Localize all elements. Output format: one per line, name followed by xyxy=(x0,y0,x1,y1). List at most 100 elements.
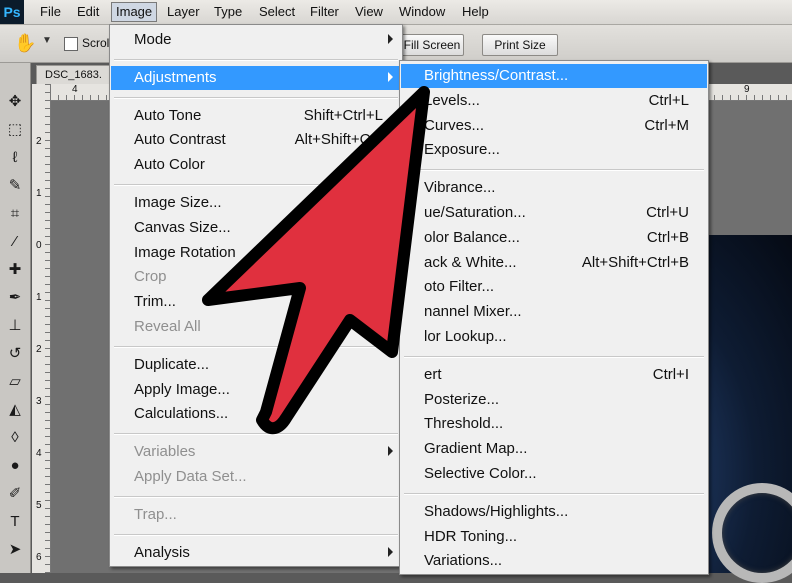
menu-item-label: nannel Mixer... xyxy=(424,303,522,321)
menu-item-ack-white[interactable]: ack & White... Alt+Shift+Ctrl+B xyxy=(401,251,707,275)
menu-item-posterize[interactable]: Posterize... xyxy=(401,388,707,412)
menu-item-calculations[interactable]: Calculations... xyxy=(111,402,401,426)
menu-item-oto-filter[interactable]: oto Filter... xyxy=(401,275,707,299)
ruler-label: 2 xyxy=(36,344,42,355)
menu-bar: Ps File Edit Image Layer Type Select Fil… xyxy=(0,0,792,25)
menu-item-vibrance[interactable]: Vibrance... xyxy=(401,176,707,200)
scroll-all-checkbox[interactable] xyxy=(64,37,78,51)
menu-item-nannel-mixer[interactable]: nannel Mixer... xyxy=(401,300,707,324)
menu-item-label: oto Filter... xyxy=(424,278,495,296)
menu-item-label: Variations... xyxy=(424,552,503,570)
menu-item-label: Auto Tone xyxy=(134,106,202,124)
paint-bucket-tool-icon[interactable]: ◭ xyxy=(3,399,27,421)
menu-item-label: Gradient Map... xyxy=(424,440,528,458)
menu-item-auto-contrast[interactable]: Auto Contrast Alt+Shift+Ctrl xyxy=(111,128,401,152)
healing-brush-tool-icon[interactable]: ✚ xyxy=(3,259,27,281)
menu-item-mode[interactable]: Mode xyxy=(111,28,401,52)
menu-layer[interactable]: Layer xyxy=(163,3,204,21)
menu-help[interactable]: Help xyxy=(458,3,493,21)
menu-item-auto-tone[interactable]: Auto Tone Shift+Ctrl+L xyxy=(111,104,401,128)
image-menu-dropdown: Mode Adjustments Auto Tone Shift+Ctrl+L Auto… xyxy=(109,24,403,567)
menu-item-shadows-highlights[interactable]: Shadows/Highlights... xyxy=(401,500,707,524)
fill-screen-button[interactable]: Fill Screen xyxy=(400,34,464,56)
hand-icon[interactable]: ✋ xyxy=(14,33,36,54)
menu-item-analysis[interactable]: Analysis xyxy=(111,541,401,565)
clone-stamp-tool-icon[interactable]: ⊥ xyxy=(3,315,27,337)
menu-item-trim[interactable]: Trim... xyxy=(111,290,401,314)
menu-item-gradient-map[interactable]: Gradient Map... xyxy=(401,437,707,461)
blur-tool-icon[interactable]: ◊ xyxy=(3,427,27,449)
menu-item-label: Brightness/Contrast... xyxy=(424,67,569,84)
menu-item-variations[interactable]: Variations... xyxy=(401,549,707,573)
ruler-label: 5 xyxy=(36,500,42,511)
ruler-label: 6 xyxy=(36,552,42,563)
menu-item-shortcut: Ctrl+L xyxy=(648,91,689,109)
menu-window[interactable]: Window xyxy=(395,3,449,21)
menu-item-apply-image[interactable]: Apply Image... xyxy=(111,378,401,402)
menu-item-hdr-toning[interactable]: HDR Toning... xyxy=(401,525,707,549)
eyedropper-tool-icon[interactable]: ⁄ xyxy=(3,231,27,253)
menu-item-image-rotation[interactable]: Image Rotation xyxy=(111,241,401,265)
menu-item-label: olor Balance... xyxy=(424,228,520,246)
menu-item-ert[interactable]: ert Ctrl+I xyxy=(401,363,707,387)
crop-tool-icon[interactable]: ⌗ xyxy=(3,203,27,225)
menu-separator xyxy=(114,533,398,536)
menu-item-label: Vibrance... xyxy=(424,179,496,197)
path-selection-tool-icon[interactable]: ➤ xyxy=(3,539,27,561)
menu-item-duplicate[interactable]: Duplicate... xyxy=(111,353,401,377)
menu-item-label: Levels... xyxy=(424,91,480,109)
menu-separator xyxy=(114,184,398,186)
ruler-label: 4 xyxy=(72,84,78,95)
menu-item-label: Curves... xyxy=(424,116,485,134)
marquee-tool-icon[interactable]: ⬚ xyxy=(3,119,27,141)
menu-item-lor-lookup[interactable]: lor Lookup... xyxy=(401,325,707,349)
menu-item-image-size[interactable]: Image Size... xyxy=(111,191,401,215)
type-tool-icon[interactable]: T xyxy=(3,511,27,533)
menu-item-auto-color[interactable]: Auto Color Shift+ xyxy=(111,153,401,177)
history-brush-tool-icon[interactable]: ↺ xyxy=(3,343,27,365)
menu-item-selective-color[interactable]: Selective Color... xyxy=(401,462,707,486)
menu-view[interactable]: View xyxy=(351,3,387,21)
menu-item-label: Reveal All xyxy=(134,318,201,335)
menu-item-label: ue/Saturation... xyxy=(424,204,526,221)
menu-item-levels[interactable]: Levels... Ctrl+L xyxy=(401,89,707,113)
print-size-button[interactable]: Print Size xyxy=(482,34,558,56)
menu-separator xyxy=(114,58,398,61)
menu-type[interactable]: Type xyxy=(210,3,246,21)
pen-tool-icon[interactable]: ✐ xyxy=(3,483,27,505)
submenu-arrow-icon xyxy=(388,71,393,82)
menu-separator xyxy=(404,492,704,495)
menu-item-adjustments[interactable]: Adjustments xyxy=(111,65,401,90)
menu-item-shortcut: Ctrl+U xyxy=(646,204,689,221)
dodge-tool-icon[interactable]: ● xyxy=(3,455,27,477)
chevron-down-icon[interactable]: ▼ xyxy=(42,35,52,46)
menu-item-canvas-size[interactable]: Canvas Size... xyxy=(111,216,401,240)
tools-panel: ✥ ⬚ ℓ ✎ ⌗ ⁄ ✚ ✒ ⊥ ↺ ▱ ◭ ◊ ● ✐ T ➤ xyxy=(0,63,31,573)
menu-edit[interactable]: Edit xyxy=(73,3,103,21)
eraser-tool-icon[interactable]: ▱ xyxy=(3,371,27,393)
menu-item-threshold[interactable]: Threshold... xyxy=(401,412,707,436)
menu-item-label: Duplicate... xyxy=(134,355,210,373)
menu-item-label: ack & White... xyxy=(424,253,517,271)
menu-item-olor-balance[interactable]: olor Balance... Ctrl+B xyxy=(401,226,707,250)
menu-item-brightness-contrast[interactable]: Brightness/Contrast... xyxy=(401,64,707,88)
lasso-tool-icon[interactable]: ℓ xyxy=(3,147,27,169)
submenu-arrow-icon xyxy=(388,546,393,557)
menu-item-curves[interactable]: Curves... Ctrl+M xyxy=(401,114,707,138)
menu-item-label: HDR Toning... xyxy=(424,527,518,545)
ruler-label: 2 xyxy=(36,136,42,147)
menu-image[interactable]: Image xyxy=(111,2,158,22)
ruler-label: 1 xyxy=(36,188,42,199)
menu-file[interactable]: File xyxy=(36,3,65,21)
menu-item-apply-data-set: Apply Data Set... xyxy=(111,465,401,489)
quick-select-tool-icon[interactable]: ✎ xyxy=(3,175,27,197)
menu-select[interactable]: Select xyxy=(255,3,299,21)
menu-item-exposure[interactable]: Exposure... xyxy=(401,138,707,162)
menu-item-ue-saturation[interactable]: ue/Saturation... Ctrl+U xyxy=(401,201,707,225)
move-tool-icon[interactable]: ✥ xyxy=(3,91,27,113)
menu-item-label: lor Lookup... xyxy=(424,328,507,345)
brush-tool-icon[interactable]: ✒ xyxy=(3,287,27,309)
menu-item-label: Threshold... xyxy=(424,415,504,433)
menu-filter[interactable]: Filter xyxy=(306,3,343,21)
menu-item-label: Adjustments xyxy=(134,68,217,86)
